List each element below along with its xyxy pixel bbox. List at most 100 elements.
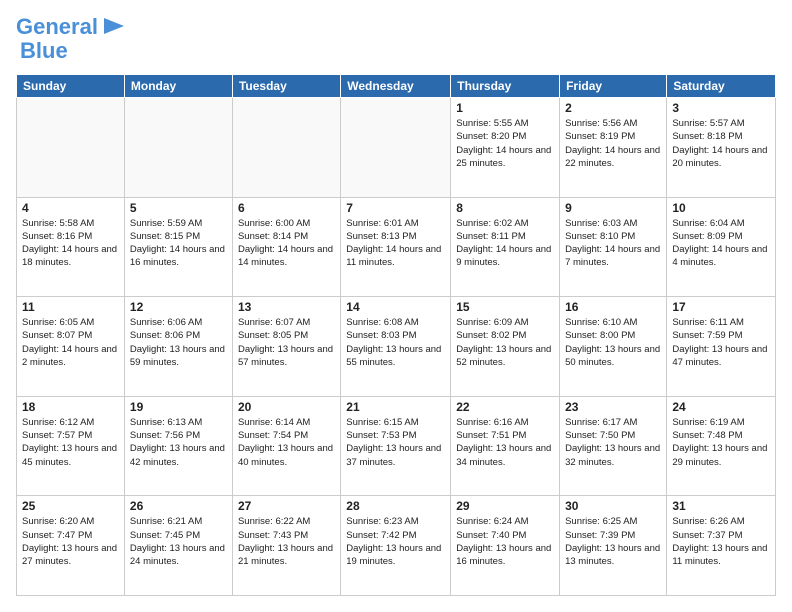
day-number: 26 (130, 499, 227, 513)
day-number: 29 (456, 499, 554, 513)
day-info: Sunrise: 6:25 AM Sunset: 7:39 PM Dayligh… (565, 515, 661, 568)
day-number: 18 (22, 400, 119, 414)
day-number: 16 (565, 300, 661, 314)
calendar-cell: 29 Sunrise: 6:24 AM Sunset: 7:40 PM Dayli… (451, 496, 560, 596)
calendar-cell: 31 Sunrise: 6:26 AM Sunset: 7:37 PM Dayli… (667, 496, 776, 596)
day-info: Sunrise: 6:11 AM Sunset: 7:59 PM Dayligh… (672, 316, 770, 369)
day-info: Sunrise: 5:59 AM Sunset: 8:15 PM Dayligh… (130, 217, 227, 270)
day-info: Sunrise: 6:12 AM Sunset: 7:57 PM Dayligh… (22, 416, 119, 469)
day-info: Sunrise: 6:22 AM Sunset: 7:43 PM Dayligh… (238, 515, 335, 568)
day-number: 21 (346, 400, 445, 414)
day-info: Sunrise: 6:00 AM Sunset: 8:14 PM Dayligh… (238, 217, 335, 270)
calendar-cell: 22Sunrise: 6:16 AM Sunset: 7:51 PM Dayli… (451, 396, 560, 496)
day-number: 19 (130, 400, 227, 414)
calendar-cell: 8Sunrise: 6:02 AM Sunset: 8:11 PM Daylig… (451, 197, 560, 297)
day-number: 2 (565, 101, 661, 115)
day-number: 27 (238, 499, 335, 513)
day-number: 24 (672, 400, 770, 414)
calendar: SundayMondayTuesdayWednesdayThursdayFrid… (16, 74, 776, 596)
day-info: Sunrise: 5:56 AM Sunset: 8:19 PM Dayligh… (565, 117, 661, 170)
day-header-thursday: Thursday (451, 75, 560, 98)
calendar-cell: 23 Sunrise: 6:17 AM Sunset: 7:50 PM Dayli… (560, 396, 667, 496)
calendar-cell: 30Sunrise: 6:25 AM Sunset: 7:39 PM Dayli… (560, 496, 667, 596)
day-number: 1 (456, 101, 554, 115)
logo-blue: Blue (20, 38, 68, 63)
calendar-week-2: 4 Sunrise: 5:58 AM Sunset: 8:16 PM Daylig… (17, 197, 776, 297)
calendar-week-5: 25 Sunrise: 6:20 AM Sunset: 7:47 PM Dayli… (17, 496, 776, 596)
calendar-header-row: SundayMondayTuesdayWednesdayThursdayFrid… (17, 75, 776, 98)
day-number: 4 (22, 201, 119, 215)
calendar-cell: 13Sunrise: 6:07 AM Sunset: 8:05 PM Dayli… (232, 297, 340, 397)
page: General Blue SundayMondayTuesdayWednesda… (0, 0, 792, 612)
day-number: 10 (672, 201, 770, 215)
day-header-sunday: Sunday (17, 75, 125, 98)
calendar-cell: 1 Sunrise: 5:55 AM Sunset: 8:20 PM Daylig… (451, 98, 560, 198)
day-info: Sunrise: 6:24 AM Sunset: 7:40 PM Dayligh… (456, 515, 554, 568)
calendar-cell: 16 Sunrise: 6:10 AM Sunset: 8:00 PM Dayli… (560, 297, 667, 397)
day-number: 31 (672, 499, 770, 513)
day-number: 20 (238, 400, 335, 414)
day-info: Sunrise: 6:06 AM Sunset: 8:06 PM Dayligh… (130, 316, 227, 369)
day-info: Sunrise: 6:14 AM Sunset: 7:54 PM Dayligh… (238, 416, 335, 469)
calendar-cell: 20 Sunrise: 6:14 AM Sunset: 7:54 PM Dayli… (232, 396, 340, 496)
calendar-week-3: 11Sunrise: 6:05 AM Sunset: 8:07 PM Dayli… (17, 297, 776, 397)
day-info: Sunrise: 6:17 AM Sunset: 7:50 PM Dayligh… (565, 416, 661, 469)
day-info: Sunrise: 6:21 AM Sunset: 7:45 PM Dayligh… (130, 515, 227, 568)
calendar-cell: 4 Sunrise: 5:58 AM Sunset: 8:16 PM Daylig… (17, 197, 125, 297)
calendar-cell: 15 Sunrise: 6:09 AM Sunset: 8:02 PM Dayli… (451, 297, 560, 397)
logo: General Blue (16, 16, 128, 64)
day-number: 28 (346, 499, 445, 513)
day-info: Sunrise: 5:55 AM Sunset: 8:20 PM Dayligh… (456, 117, 554, 170)
day-info: Sunrise: 6:09 AM Sunset: 8:02 PM Dayligh… (456, 316, 554, 369)
logo-text: General (16, 16, 98, 38)
calendar-cell (124, 98, 232, 198)
day-header-wednesday: Wednesday (341, 75, 451, 98)
calendar-cell: 11Sunrise: 6:05 AM Sunset: 8:07 PM Dayli… (17, 297, 125, 397)
day-number: 5 (130, 201, 227, 215)
day-number: 11 (22, 300, 119, 314)
calendar-cell: 26 Sunrise: 6:21 AM Sunset: 7:45 PM Dayli… (124, 496, 232, 596)
day-number: 8 (456, 201, 554, 215)
day-info: Sunrise: 6:03 AM Sunset: 8:10 PM Dayligh… (565, 217, 661, 270)
calendar-cell: 28Sunrise: 6:23 AM Sunset: 7:42 PM Dayli… (341, 496, 451, 596)
calendar-cell: 24 Sunrise: 6:19 AM Sunset: 7:48 PM Dayli… (667, 396, 776, 496)
calendar-cell: 9 Sunrise: 6:03 AM Sunset: 8:10 PM Daylig… (560, 197, 667, 297)
day-number: 25 (22, 499, 119, 513)
day-info: Sunrise: 6:19 AM Sunset: 7:48 PM Dayligh… (672, 416, 770, 469)
day-number: 12 (130, 300, 227, 314)
day-number: 6 (238, 201, 335, 215)
day-header-saturday: Saturday (667, 75, 776, 98)
calendar-cell: 6 Sunrise: 6:00 AM Sunset: 8:14 PM Daylig… (232, 197, 340, 297)
calendar-week-1: 1 Sunrise: 5:55 AM Sunset: 8:20 PM Daylig… (17, 98, 776, 198)
calendar-cell: 14Sunrise: 6:08 AM Sunset: 8:03 PM Dayli… (341, 297, 451, 397)
day-info: Sunrise: 6:01 AM Sunset: 8:13 PM Dayligh… (346, 217, 445, 270)
day-info: Sunrise: 5:57 AM Sunset: 8:18 PM Dayligh… (672, 117, 770, 170)
calendar-cell: 3Sunrise: 5:57 AM Sunset: 8:18 PM Daylig… (667, 98, 776, 198)
day-info: Sunrise: 6:10 AM Sunset: 8:00 PM Dayligh… (565, 316, 661, 369)
day-info: Sunrise: 6:08 AM Sunset: 8:03 PM Dayligh… (346, 316, 445, 369)
calendar-cell: 2 Sunrise: 5:56 AM Sunset: 8:19 PM Daylig… (560, 98, 667, 198)
calendar-cell: 18 Sunrise: 6:12 AM Sunset: 7:57 PM Dayli… (17, 396, 125, 496)
day-number: 15 (456, 300, 554, 314)
day-info: Sunrise: 6:26 AM Sunset: 7:37 PM Dayligh… (672, 515, 770, 568)
day-number: 23 (565, 400, 661, 414)
day-info: Sunrise: 6:13 AM Sunset: 7:56 PM Dayligh… (130, 416, 227, 469)
day-info: Sunrise: 6:20 AM Sunset: 7:47 PM Dayligh… (22, 515, 119, 568)
day-info: Sunrise: 6:16 AM Sunset: 7:51 PM Dayligh… (456, 416, 554, 469)
day-info: Sunrise: 6:04 AM Sunset: 8:09 PM Dayligh… (672, 217, 770, 270)
day-info: Sunrise: 5:58 AM Sunset: 8:16 PM Dayligh… (22, 217, 119, 270)
day-header-monday: Monday (124, 75, 232, 98)
calendar-cell: 25 Sunrise: 6:20 AM Sunset: 7:47 PM Dayli… (17, 496, 125, 596)
day-header-friday: Friday (560, 75, 667, 98)
day-number: 13 (238, 300, 335, 314)
day-number: 7 (346, 201, 445, 215)
calendar-cell: 12 Sunrise: 6:06 AM Sunset: 8:06 PM Dayli… (124, 297, 232, 397)
calendar-cell (341, 98, 451, 198)
calendar-cell: 21Sunrise: 6:15 AM Sunset: 7:53 PM Dayli… (341, 396, 451, 496)
calendar-cell: 27 Sunrise: 6:22 AM Sunset: 7:43 PM Dayli… (232, 496, 340, 596)
calendar-cell (17, 98, 125, 198)
calendar-cell: 19 Sunrise: 6:13 AM Sunset: 7:56 PM Dayli… (124, 396, 232, 496)
day-number: 9 (565, 201, 661, 215)
calendar-cell (232, 98, 340, 198)
day-header-tuesday: Tuesday (232, 75, 340, 98)
